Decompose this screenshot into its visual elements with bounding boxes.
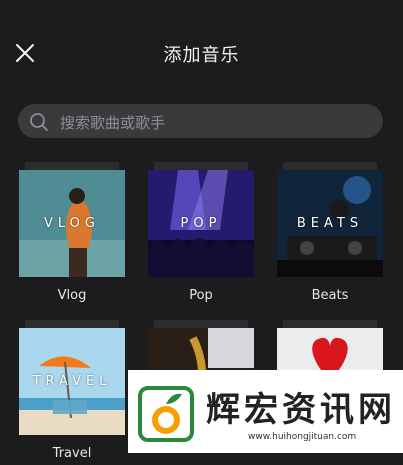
category-caption: Beats xyxy=(311,288,349,303)
watermark-url: www.huihongjituan.com xyxy=(248,432,357,442)
category-caption: Vlog xyxy=(57,288,87,303)
category-card-pop[interactable]: POP Pop xyxy=(148,162,254,307)
category-thumbnail-vlog: VLOG xyxy=(19,170,125,277)
category-thumbnail-beats: BEATS xyxy=(277,170,383,277)
category-thumbnail-travel: TRAVEL xyxy=(19,328,125,435)
search-placeholder: 搜索歌曲或歌手 xyxy=(60,114,166,132)
card-stack xyxy=(283,162,377,170)
watermark-logo-icon xyxy=(138,386,194,442)
thumb-label: POP xyxy=(180,216,222,231)
category-card-vlog[interactable]: VLOG Vlog xyxy=(19,162,125,307)
card-stack xyxy=(154,320,248,328)
watermark: 辉宏资讯网 www.huihongjituan.com xyxy=(128,370,403,453)
card-stack xyxy=(283,320,377,328)
card-stack xyxy=(154,162,248,170)
category-card-travel[interactable]: TRAVEL Travel xyxy=(19,320,125,465)
thumb-label: TRAVEL xyxy=(32,374,112,389)
category-card-beats[interactable]: BEATS Beats xyxy=(277,162,383,307)
search-icon xyxy=(30,113,48,131)
card-stack xyxy=(25,320,119,328)
search-input[interactable]: 搜索歌曲或歌手 xyxy=(18,104,383,138)
category-caption: Pop xyxy=(189,288,213,303)
thumb-label: VLOG xyxy=(44,216,100,231)
watermark-text: 辉宏资讯网 xyxy=(206,390,396,430)
category-thumbnail-pop: POP xyxy=(148,170,254,277)
page-title: 添加音乐 xyxy=(163,45,240,66)
card-stack xyxy=(25,162,119,170)
category-caption: Travel xyxy=(52,446,92,461)
thumb-label: BEATS xyxy=(296,216,364,231)
header: 添加音乐 xyxy=(0,0,403,106)
